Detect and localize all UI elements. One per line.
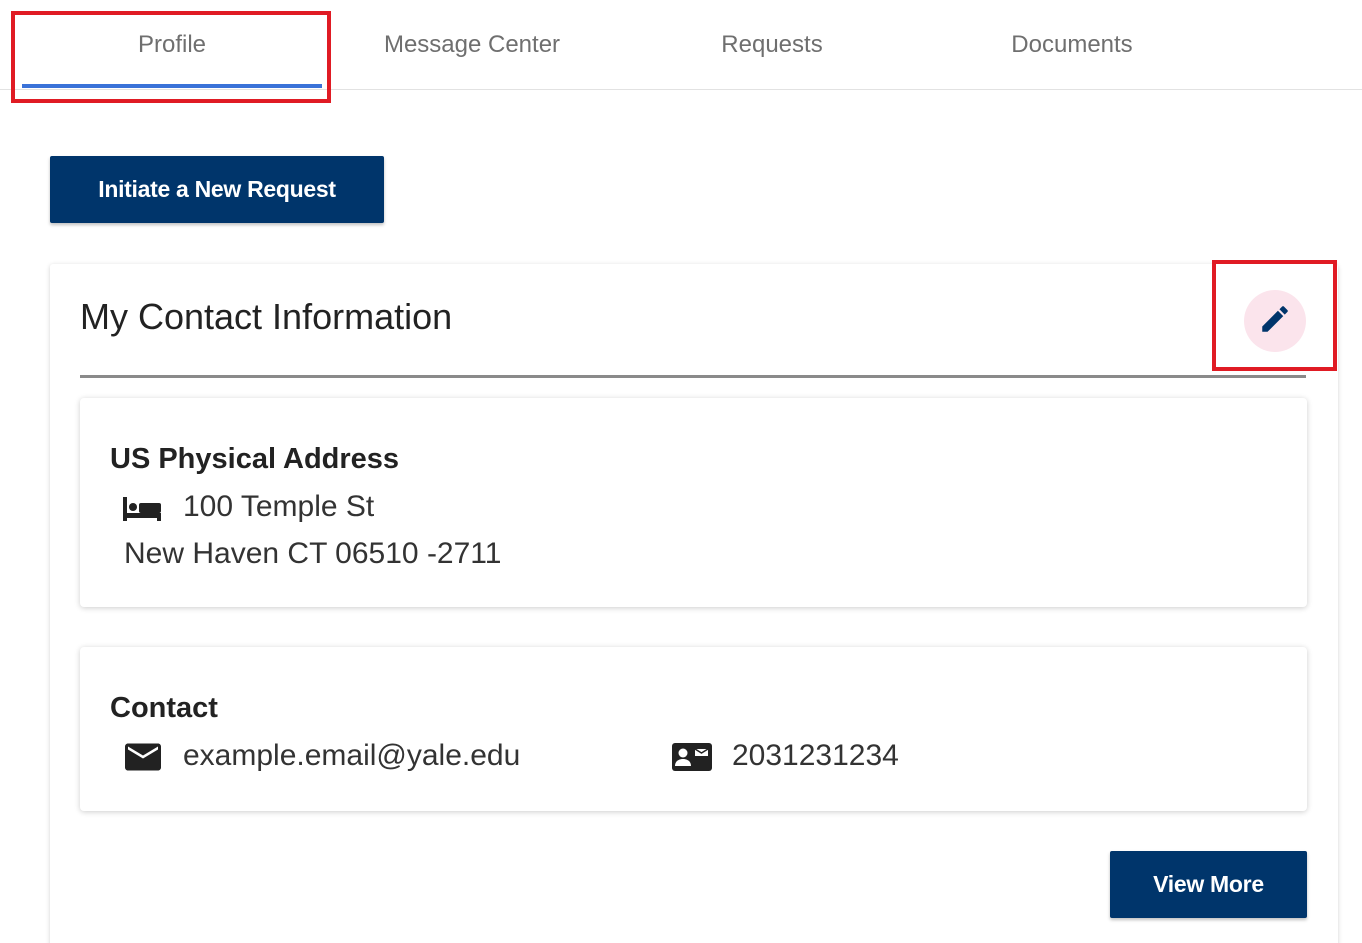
initiate-new-request-button[interactable]: Initiate a New Request — [50, 156, 384, 223]
address-heading: US Physical Address — [110, 443, 400, 475]
address-street: 100 Temple St — [183, 490, 375, 523]
pencil-icon — [1258, 302, 1292, 341]
tab-label: Profile — [137, 31, 207, 58]
edit-contact-button[interactable] — [1244, 290, 1306, 352]
tab-label: Requests — [721, 31, 823, 58]
button-label: View More — [1153, 871, 1264, 897]
title-divider — [80, 375, 1306, 378]
contact-email: example.email@yale.edu — [183, 739, 521, 772]
button-label: Initiate a New Request — [98, 176, 336, 202]
card-title: My Contact Information — [80, 296, 453, 337]
tab-bar: Profile Message Center Requests Document… — [0, 0, 1362, 90]
page: Profile Message Center Requests Document… — [0, 0, 1362, 943]
contact-card — [80, 647, 1307, 811]
active-tab-indicator — [22, 84, 322, 88]
contact-heading: Contact — [110, 692, 218, 724]
tab-requests[interactable]: Requests — [622, 0, 922, 90]
mail-icon — [124, 741, 162, 773]
tab-profile[interactable]: Profile — [22, 0, 322, 90]
bed-icon — [122, 494, 162, 524]
contact-phone: 2031231234 — [732, 739, 899, 772]
contact-card-icon — [670, 740, 714, 774]
tab-label: Message Center — [383, 31, 561, 58]
tab-label: Documents — [1011, 31, 1133, 58]
address-city-line: New Haven CT 06510 -2711 — [124, 537, 502, 570]
view-more-button[interactable]: View More — [1110, 851, 1307, 918]
tab-documents[interactable]: Documents — [922, 0, 1222, 90]
tab-message-center[interactable]: Message Center — [322, 0, 622, 90]
